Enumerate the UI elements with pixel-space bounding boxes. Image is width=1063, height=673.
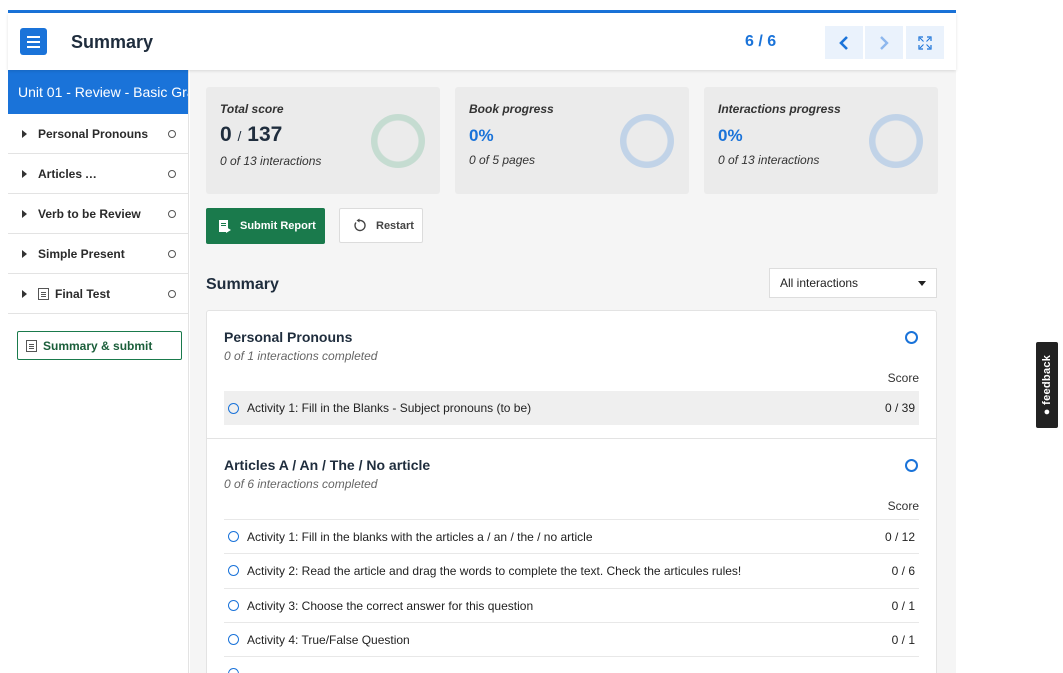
next-page-button[interactable]: [865, 26, 903, 59]
caret-down-icon: [918, 281, 926, 286]
interactions-progress-ring: [869, 114, 923, 168]
submit-report-button[interactable]: Submit Report: [206, 208, 325, 244]
section-subtitle: 0 of 1 interactions completed: [224, 349, 378, 363]
sidebar-item-articles[interactable]: Articles A / An / The / No article: [8, 154, 188, 194]
sidebar-item-label: Final Test: [55, 286, 111, 301]
status-circle-icon: [228, 402, 239, 414]
status-circle-icon: [228, 531, 239, 542]
sidebar-item-final-test[interactable]: Final Test: [8, 274, 188, 314]
section-title: Articles A / An / The / No article: [224, 457, 431, 473]
sidebar-item-summary-submit[interactable]: Summary & submit: [17, 331, 182, 360]
score-column-header: Score: [887, 371, 919, 385]
hamburger-icon: [27, 35, 40, 38]
section-status-circle-icon: [905, 331, 918, 344]
summary-section-personal-pronouns: Personal Pronouns 0 of 1 interactions co…: [207, 329, 936, 363]
menu-toggle-button[interactable]: [20, 28, 47, 55]
activity-score: 0 / 12: [884, 529, 915, 544]
interactions-filter-select[interactable]: All interactions: [769, 268, 937, 298]
filter-selected-value: All interactions: [780, 276, 859, 290]
hamburger-icon-line: [27, 45, 40, 48]
activity-label: Activity 3: Choose the correct answer fo…: [247, 598, 534, 613]
activity-label: Activity 2: Read the article and drag th…: [247, 563, 742, 578]
feedback-label: ● feedback: [1041, 355, 1053, 415]
sidebar-item-label: Verb to be Review: [38, 206, 141, 221]
activity-row[interactable]: Activity 1: Fill in the blanks with the …: [224, 519, 919, 553]
summary-heading: Summary: [206, 276, 279, 293]
page-title: Summary: [71, 32, 154, 52]
activity-score: 0 / 39: [884, 401, 915, 415]
section-divider: [207, 438, 936, 439]
sidebar-item-personal-pronouns[interactable]: Personal Pronouns: [8, 114, 188, 154]
activity-row[interactable]: Activity 2: Read the article and drag th…: [224, 553, 919, 587]
activity-label: Activity 1: Fill in the blanks with the …: [247, 529, 593, 544]
feedback-tab[interactable]: ● feedback: [1036, 342, 1058, 428]
summary-section-articles: Articles A / An / The / No article 0 of …: [207, 457, 936, 491]
status-circle-icon: [168, 249, 176, 258]
book-progress-card: Book progress 0% 0 of 5 pages: [455, 87, 689, 194]
caret-right-icon: [22, 129, 27, 138]
unit-title[interactable]: Unit 01 - Review - Basic Grammar: [8, 70, 188, 114]
expand-icon: [918, 35, 932, 50]
fullscreen-button[interactable]: [906, 26, 944, 59]
interactions-progress-card: Interactions progress 0% 0 of 13 interac…: [704, 87, 938, 194]
status-circle-icon: [228, 565, 239, 576]
status-circle-icon: [168, 169, 176, 178]
status-circle-icon: [228, 600, 239, 611]
caret-right-icon: [22, 209, 27, 218]
score-progress-ring: [371, 114, 425, 168]
test-document-icon: [38, 287, 49, 300]
activity-row[interactable]: Activity 1: Fill in the Blanks - Subject…: [224, 391, 919, 425]
sidebar-item-verb-to-be[interactable]: Verb to be Review: [8, 194, 188, 234]
section-status-circle-icon: [905, 459, 918, 472]
status-circle-icon: [228, 668, 239, 673]
caret-right-icon: [22, 169, 27, 178]
score-max: 137: [247, 123, 283, 146]
top-bar: Summary 6 / 6: [8, 13, 956, 70]
chevron-left-icon: [839, 35, 848, 50]
app-window: Summary 6 / 6 Unit 01 - Review - Basic G…: [8, 10, 956, 673]
status-circle-icon: [168, 289, 176, 298]
sidebar: Unit 01 - Review - Basic Grammar Persona…: [8, 70, 189, 673]
book-progress-ring: [620, 114, 674, 168]
score-earned: 0: [220, 123, 232, 146]
sidebar-item-label: Simple Present: [38, 246, 125, 261]
activity-score: 0 / 6: [891, 563, 915, 578]
hamburger-icon-line: [27, 40, 40, 43]
caret-right-icon: [22, 289, 27, 298]
caret-right-icon: [22, 249, 27, 258]
activity-score: 0 / 1: [891, 598, 915, 613]
activity-label: Activity 4: True/False Question: [247, 632, 410, 647]
restart-label: Restart: [376, 219, 414, 232]
section-title: Personal Pronouns: [224, 329, 353, 345]
restart-button[interactable]: Restart: [339, 208, 423, 243]
activity-row[interactable]: Activity 3: Choose the correct answer fo…: [224, 588, 919, 622]
section-subtitle: 0 of 6 interactions completed: [224, 477, 378, 491]
restart-icon: [354, 218, 366, 232]
score-column-header: Score: [887, 499, 919, 513]
sidebar-item-label: Articles A / An / The / No article: [38, 166, 100, 181]
feedback-text: feedback: [1041, 354, 1053, 405]
document-icon: [26, 339, 37, 352]
activity-row[interactable]: Activity 4: True/False Question 0 / 1: [224, 622, 919, 656]
previous-page-button[interactable]: [825, 26, 863, 59]
score-separator: /: [237, 128, 242, 144]
status-circle-icon: [168, 209, 176, 218]
status-circle-icon: [228, 634, 239, 645]
sidebar-item-label: Personal Pronouns: [38, 126, 149, 141]
activity-row[interactable]: [224, 656, 919, 673]
status-circle-icon: [168, 129, 176, 138]
summary-panel: Personal Pronouns 0 of 1 interactions co…: [206, 310, 937, 673]
sidebar-item-simple-present[interactable]: Simple Present: [8, 234, 188, 274]
submit-report-label: Submit Report: [240, 220, 316, 232]
chat-bubble-icon: ●: [1041, 408, 1053, 416]
activity-score: 0 / 1: [891, 632, 915, 647]
page-counter: 6 / 6: [745, 33, 777, 50]
chevron-right-icon: [880, 35, 889, 50]
sidebar-item-label: Summary & submit: [43, 338, 153, 353]
report-icon: [219, 220, 231, 233]
activity-label: Activity 1: Fill in the Blanks - Subject…: [247, 401, 532, 415]
total-score-card: Total score 0 / 137 0 of 13 interactions: [206, 87, 440, 194]
main-content: Total score 0 / 137 0 of 13 interactions…: [190, 70, 956, 673]
